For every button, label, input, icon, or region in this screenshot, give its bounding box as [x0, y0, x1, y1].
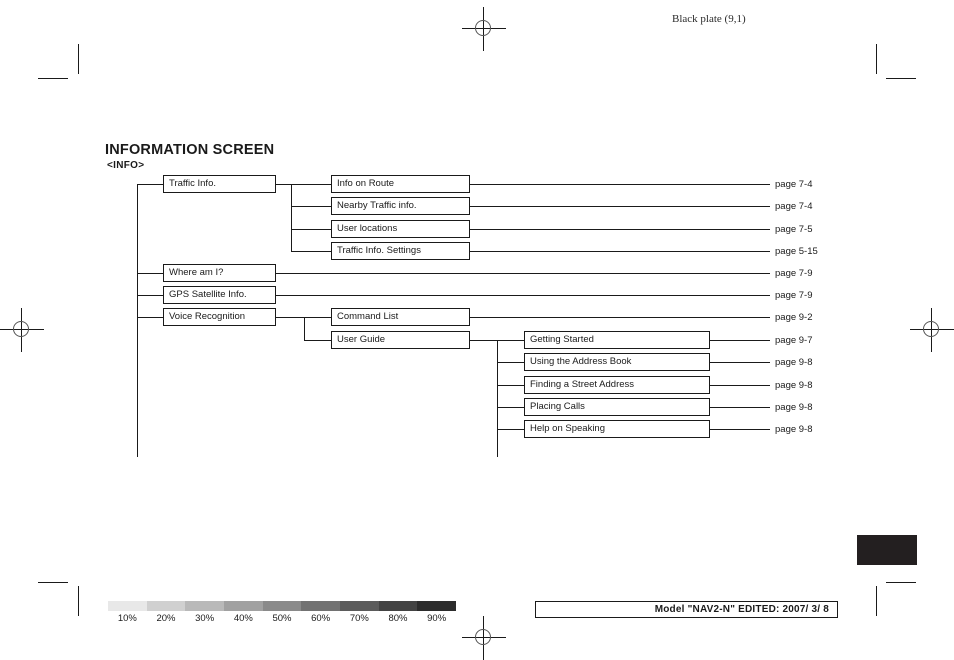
density-scale-label: 20% — [156, 613, 176, 624]
tree-leader-placing-calls — [710, 407, 770, 408]
tree-bus-traffic — [291, 184, 292, 252]
tree-leader-user-locations — [470, 229, 770, 230]
tree-leader-nearby-traffic — [470, 206, 770, 207]
density-segment — [378, 601, 418, 611]
tree-leader-where-am-i — [276, 273, 770, 274]
density-segment — [340, 601, 379, 611]
page-ref-traffic-info-settings: page 5-15 — [775, 246, 818, 257]
density-calibration-strip — [108, 601, 457, 611]
page-ref-nearby-traffic-info: page 7-4 — [775, 201, 813, 212]
tree-trunk — [137, 184, 138, 457]
tree-connector-l1-traffic — [137, 184, 163, 185]
menu-item-info-on-route[interactable]: Info on Route — [331, 175, 470, 193]
page-ref-using-the-address-book: page 9-8 — [775, 357, 813, 368]
tree-leader-gps — [276, 295, 770, 296]
thumb-index-tab — [857, 535, 917, 565]
tree-connector-using-address-book — [497, 362, 524, 363]
density-segment — [185, 601, 225, 611]
menu-item-user-guide[interactable]: User Guide — [331, 331, 470, 349]
footer-model-box: Model "NAV2-N" EDITED: 2007/ 3/ 8 — [535, 601, 838, 618]
footer-model-text: Model "NAV2-N" EDITED: 2007/ 3/ 8 — [654, 604, 829, 615]
page-ref-command-list: page 9-2 — [775, 312, 813, 323]
page-ref-user-locations: page 7-5 — [775, 224, 813, 235]
density-segment — [108, 601, 147, 611]
page-ref-info-on-route: page 7-4 — [775, 179, 813, 190]
tree-bus-voice — [304, 317, 305, 340]
density-segment — [301, 601, 341, 611]
tree-leader-finding-street-address — [710, 385, 770, 386]
menu-item-nearby-traffic-info[interactable]: Nearby Traffic info. — [331, 197, 470, 215]
density-scale-label: 80% — [388, 613, 408, 624]
menu-item-finding-a-street-address[interactable]: Finding a Street Address — [524, 376, 710, 394]
density-scale-label: 90% — [427, 613, 447, 624]
density-scale-label: 30% — [195, 613, 215, 624]
density-scale-label: 10% — [117, 613, 137, 624]
tree-connector-getting-started — [497, 340, 524, 341]
page-ref-getting-started: page 9-7 — [775, 335, 813, 346]
manual-page: Black plate (9,1) INFORMATION SCREEN <IN… — [0, 0, 954, 660]
tree-connector-traffic-settings — [291, 251, 331, 252]
menu-item-where-am-i[interactable]: Where am I? — [163, 264, 276, 282]
density-scale-label: 60% — [311, 613, 331, 624]
tree-bus-user-guide — [497, 340, 498, 457]
density-scale-label: 70% — [349, 613, 369, 624]
menu-item-traffic-info[interactable]: Traffic Info. — [163, 175, 276, 193]
tree-leader-using-address-book — [710, 362, 770, 363]
density-scale-label: 50% — [272, 613, 292, 624]
tree-connector-user-guide — [304, 340, 331, 341]
density-segment — [146, 601, 186, 611]
tree-connector-finding-street-address — [497, 385, 524, 386]
density-scale-label: 40% — [233, 613, 253, 624]
density-segment — [262, 601, 302, 611]
menu-item-user-locations[interactable]: User locations — [331, 220, 470, 238]
menu-item-gps-satellite-info[interactable]: GPS Satellite Info. — [163, 286, 276, 304]
menu-item-using-the-address-book[interactable]: Using the Address Book — [524, 353, 710, 371]
tree-connector-placing-calls — [497, 407, 524, 408]
tree-connector-l1-voice — [137, 317, 163, 318]
menu-item-help-on-speaking[interactable]: Help on Speaking — [524, 420, 710, 438]
tree-leader-getting-started — [710, 340, 770, 341]
page-ref-gps-satellite-info: page 7-9 — [775, 290, 813, 301]
tree-leader-help-on-speaking — [710, 429, 770, 430]
menu-item-command-list[interactable]: Command List — [331, 308, 470, 326]
tree-connector-l1-where-am-i — [137, 273, 163, 274]
density-scale-labels: 10% 20% 30% 40% 50% 60% 70% 80% 90% — [108, 613, 456, 627]
menu-item-traffic-info-settings[interactable]: Traffic Info. Settings — [331, 242, 470, 260]
tree-connector-help-on-speaking — [497, 429, 524, 430]
tree-connector-command-list — [304, 317, 331, 318]
density-segment — [417, 601, 457, 611]
menu-item-voice-recognition[interactable]: Voice Recognition — [163, 308, 276, 326]
page-ref-finding-a-street-address: page 9-8 — [775, 380, 813, 391]
tree-connector-user-locations — [291, 229, 331, 230]
menu-item-getting-started[interactable]: Getting Started — [524, 331, 710, 349]
tree-connector-nearby-traffic — [291, 206, 331, 207]
tree-leader-command-list — [470, 317, 770, 318]
tree-leader-info-on-route — [470, 184, 770, 185]
tree-connector-info-on-route — [291, 184, 331, 185]
page-ref-placing-calls: page 9-8 — [775, 402, 813, 413]
menu-tree-diagram: Traffic Info. Info on Route page 7-4 Nea… — [0, 0, 954, 660]
density-segment — [224, 601, 263, 611]
page-ref-where-am-i: page 7-9 — [775, 268, 813, 279]
tree-connector-l1-gps — [137, 295, 163, 296]
page-ref-help-on-speaking: page 9-8 — [775, 424, 813, 435]
menu-item-placing-calls[interactable]: Placing Calls — [524, 398, 710, 416]
tree-leader-traffic-settings — [470, 251, 770, 252]
